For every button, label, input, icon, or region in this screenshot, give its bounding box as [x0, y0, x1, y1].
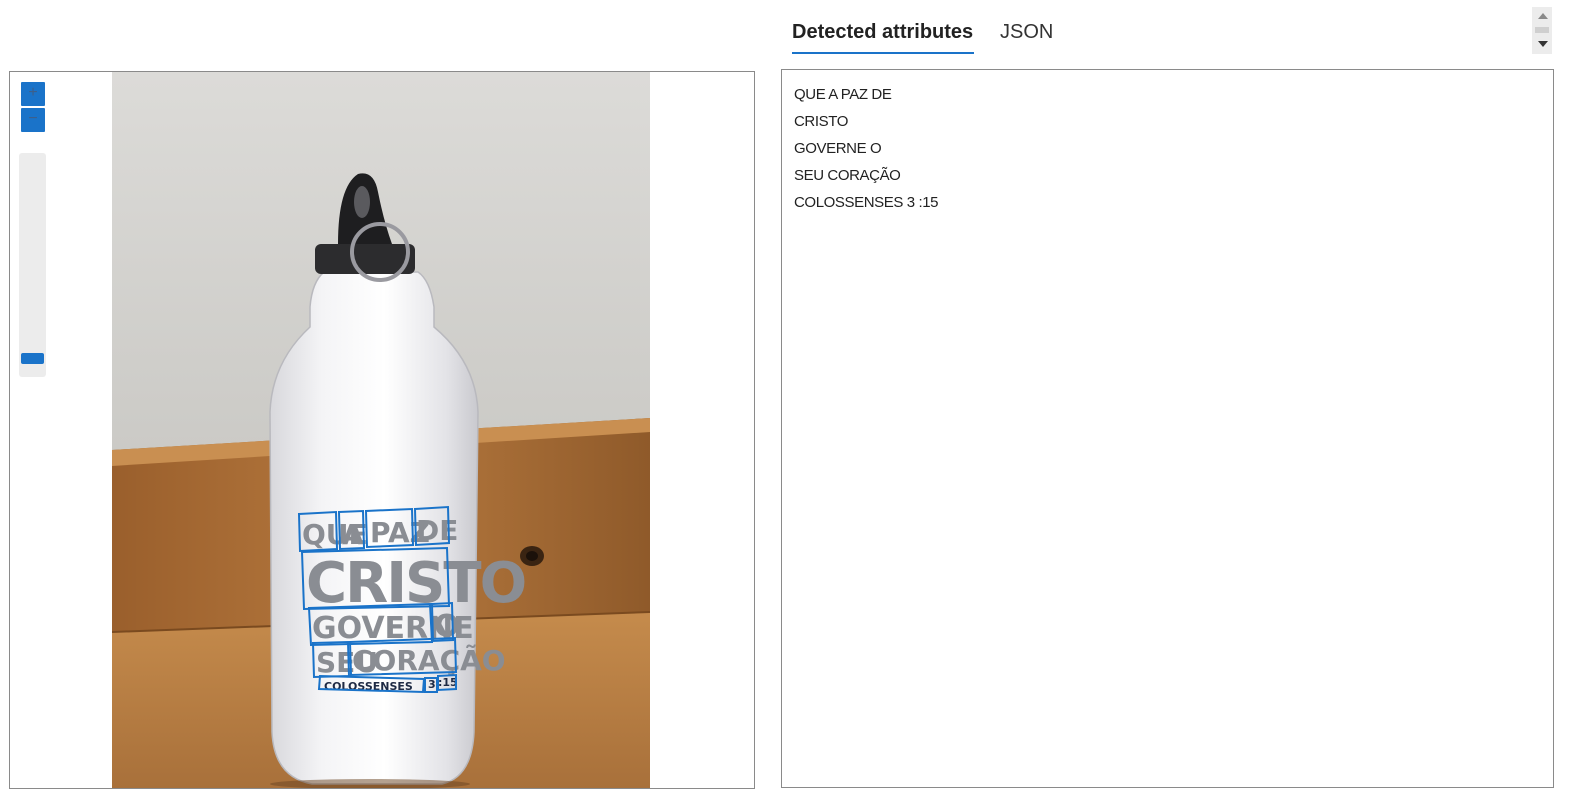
- result-line: QUE A PAZ DE: [794, 86, 892, 103]
- image-viewer[interactable]: + − QUE A PAZ DE CRISTO GOVERNE O SEU CO…: [9, 71, 755, 789]
- photo-word-a: A: [342, 518, 364, 551]
- zoom-out-button[interactable]: −: [21, 108, 45, 132]
- photo-word-three: 3: [428, 678, 436, 691]
- tab-detected-attributes[interactable]: Detected attributes: [792, 0, 978, 56]
- photo-word-de: DE: [416, 514, 458, 547]
- result-tabs: Detected attributes JSON: [792, 0, 1053, 56]
- tab-json[interactable]: JSON: [1000, 0, 1053, 56]
- tabs-scroll-control[interactable]: [1532, 7, 1552, 54]
- detected-attributes-panel: QUE A PAZ DE CRISTO GOVERNE O SEU CORAÇÃ…: [781, 69, 1554, 788]
- result-line: COLOSSENSES 3 :15: [794, 194, 939, 211]
- photo-word-fifteen: :15: [438, 676, 458, 689]
- analyzed-photo: QUE A PAZ DE CRISTO GOVERNE O SEU CORAÇÃ…: [112, 72, 650, 788]
- result-line: GOVERNE O: [794, 140, 882, 157]
- zoom-slider-handle[interactable]: [21, 353, 44, 364]
- scroll-down-arrow-icon[interactable]: [1538, 41, 1548, 47]
- result-line: SEU CORAÇÃO: [794, 167, 901, 184]
- zoom-in-button[interactable]: +: [21, 82, 45, 106]
- result-line: CRISTO: [794, 113, 848, 130]
- scroll-up-arrow-icon[interactable]: [1538, 13, 1548, 19]
- zoom-slider[interactable]: [19, 153, 46, 377]
- scroll-thumb[interactable]: [1535, 27, 1549, 33]
